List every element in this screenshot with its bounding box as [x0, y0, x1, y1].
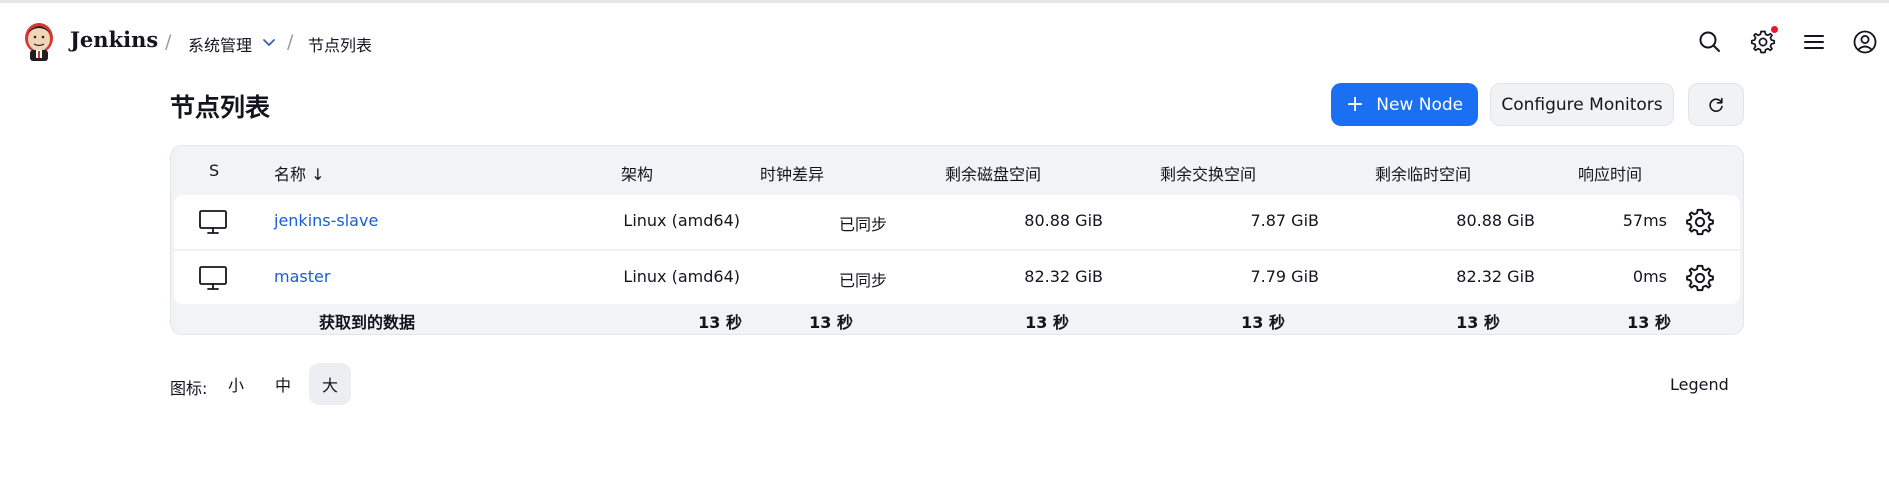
refresh-button[interactable] [1688, 83, 1744, 126]
icon-size-medium[interactable]: 中 [262, 363, 304, 405]
computer-icon [199, 266, 227, 290]
column-response[interactable]: 响应时间 [1578, 161, 1642, 185]
column-disk[interactable]: 剩余磁盘空间 [945, 161, 1041, 185]
footer-temp-age: 13 秒 [1456, 313, 1500, 332]
node-settings-icon[interactable] [1685, 263, 1715, 293]
node-arch: Linux (amd64) [623, 211, 740, 230]
plus-icon: + [1345, 91, 1365, 117]
node-name-link[interactable]: master [274, 267, 330, 286]
footer-arch-age: 13 秒 [698, 313, 742, 332]
node-swap: 7.87 GiB [1250, 211, 1319, 230]
search-icon[interactable] [1697, 29, 1723, 55]
header: Jenkins / 系统管理 / 节点列表 [0, 3, 1889, 79]
table-row: master Linux (amd64) 已同步 82.32 GiB 7.79 … [174, 250, 1740, 304]
account-icon[interactable] [1852, 29, 1878, 55]
node-temp: 82.32 GiB [1456, 267, 1535, 286]
node-disk: 82.32 GiB [1024, 267, 1103, 286]
breadcrumb-nodes[interactable]: 节点列表 [308, 32, 372, 56]
icon-size-large[interactable]: 大 [309, 363, 351, 405]
notification-badge [1771, 26, 1778, 33]
page-title: 节点列表 [170, 93, 271, 122]
configure-monitors-label: Configure Monitors [1501, 94, 1663, 115]
table-row: jenkins-slave Linux (amd64) 已同步 80.88 Gi… [174, 195, 1740, 249]
footer-response-age: 13 秒 [1627, 313, 1671, 332]
column-status[interactable]: S [209, 161, 219, 180]
nodes-table: S 名称 ↓ 架构 时钟差异 剩余磁盘空间 剩余交换空间 剩余临时空间 响应时间… [170, 145, 1744, 335]
node-clock: 已同步 [838, 271, 887, 290]
column-name[interactable]: 名称 ↓ [274, 161, 325, 185]
icon-size-label: 图标: [170, 379, 208, 398]
node-clock: 已同步 [838, 215, 887, 234]
node-disk: 80.88 GiB [1024, 211, 1103, 230]
icon-size-small[interactable]: 小 [215, 363, 257, 405]
footer-label: 获取到的数据 [319, 313, 416, 332]
breadcrumb-separator: / [165, 31, 172, 53]
new-node-label: New Node [1376, 94, 1464, 115]
refresh-icon [1709, 97, 1723, 112]
node-response: 0ms [1632, 267, 1667, 286]
node-name-link[interactable]: jenkins-slave [274, 211, 378, 230]
node-temp: 80.88 GiB [1456, 211, 1535, 230]
footer-swap-age: 13 秒 [1241, 313, 1285, 332]
column-arch[interactable]: 架构 [621, 161, 653, 185]
settings-icon[interactable] [1750, 29, 1776, 55]
brand-name[interactable]: Jenkins [70, 27, 158, 52]
column-swap[interactable]: 剩余交换空间 [1160, 161, 1256, 185]
column-clock[interactable]: 时钟差异 [760, 161, 824, 185]
breadcrumb-manage[interactable]: 系统管理 [188, 32, 252, 56]
footer-disk-age: 13 秒 [1025, 313, 1069, 332]
node-response: 57ms [1622, 211, 1667, 230]
node-swap: 7.79 GiB [1250, 267, 1319, 286]
chevron-down-icon[interactable] [260, 34, 278, 52]
node-arch: Linux (amd64) [623, 267, 740, 286]
breadcrumb-separator: / [287, 31, 294, 53]
jenkins-logo[interactable] [22, 21, 58, 63]
menu-icon[interactable] [1801, 29, 1827, 55]
footer-clock-age: 13 秒 [809, 313, 853, 332]
column-temp[interactable]: 剩余临时空间 [1375, 161, 1471, 185]
configure-monitors-button[interactable]: Configure Monitors [1490, 83, 1674, 126]
legend-link[interactable]: Legend [1670, 375, 1729, 394]
computer-icon [199, 210, 227, 234]
new-node-button[interactable]: + New Node [1331, 83, 1478, 126]
node-settings-icon[interactable] [1685, 207, 1715, 237]
